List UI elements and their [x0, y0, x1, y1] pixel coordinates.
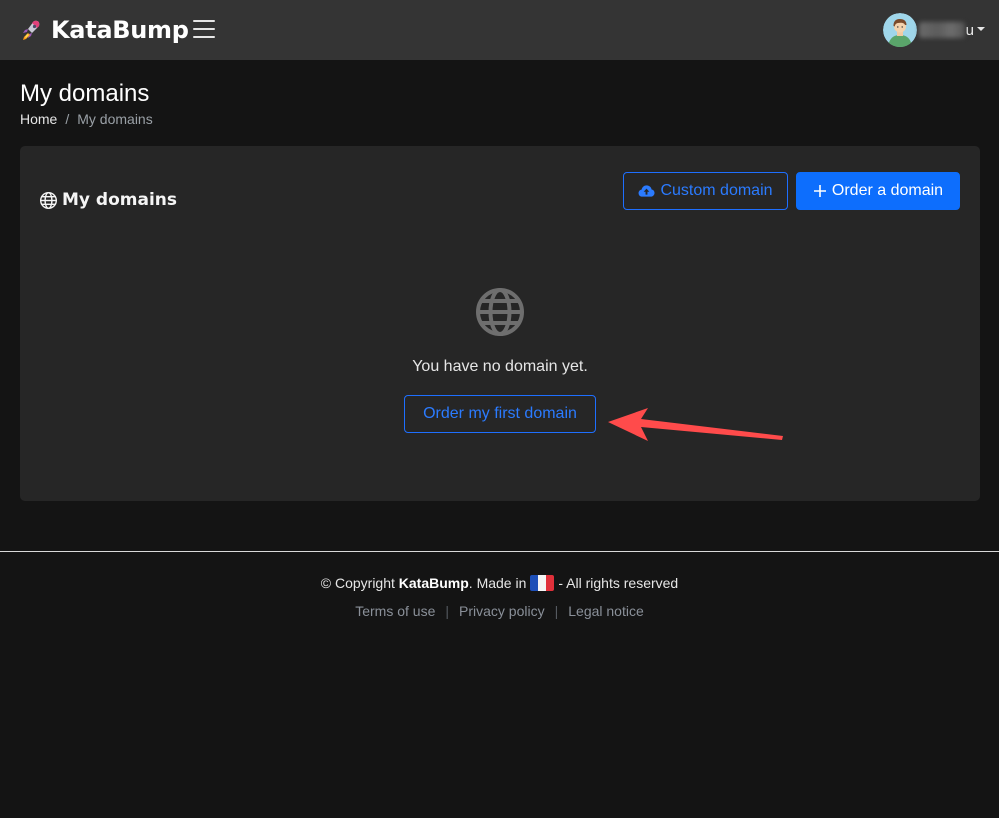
caret-down-icon — [977, 27, 985, 31]
order-first-domain-label: Order my first domain — [423, 405, 577, 422]
order-first-domain-button[interactable]: Order my first domain — [404, 395, 596, 433]
hamburger-icon[interactable] — [192, 17, 218, 41]
username-redacted — [918, 22, 965, 38]
page-title: My domains — [20, 80, 150, 107]
brand-link[interactable]: KataBump — [20, 12, 189, 48]
custom-domain-button[interactable]: Custom domain — [623, 172, 788, 210]
globe-icon — [39, 191, 58, 209]
user-menu-toggle[interactable]: u — [882, 12, 985, 48]
footer-link-separator: | — [554, 603, 559, 619]
copyright-rights: - All rights reserved — [558, 575, 679, 591]
legal-notice-link[interactable]: Legal notice — [568, 603, 644, 619]
order-domain-label: Order a domain — [831, 182, 944, 199]
cloud-upload-icon — [639, 185, 655, 197]
copyright-brand: KataBump — [398, 575, 469, 591]
order-domain-button[interactable]: Order a domain — [796, 172, 960, 210]
domains-card: My domains Custom domain Order a domain … — [20, 146, 980, 501]
globe-icon — [476, 288, 524, 336]
brand-name: KataBump — [51, 16, 189, 44]
empty-state-text: You have no domain yet. — [412, 358, 588, 375]
footer-copyright: © Copyright KataBump . Made in - All rig… — [0, 575, 999, 591]
privacy-policy-link[interactable]: Privacy policy — [459, 603, 545, 619]
breadcrumb-home-link[interactable]: Home — [20, 111, 57, 127]
copyright-made-in: . Made in — [468, 575, 527, 591]
rocket-icon — [23, 20, 40, 40]
annotation-arrow-icon — [608, 408, 783, 441]
card-title: My domains — [39, 190, 177, 210]
plus-icon — [813, 185, 826, 197]
breadcrumb: Home / My domains — [20, 111, 153, 127]
france-flag-icon — [530, 575, 555, 591]
custom-domain-label: Custom domain — [660, 182, 773, 199]
avatar — [882, 13, 917, 47]
username-suffix: u — [965, 21, 974, 39]
breadcrumb-current: My domains — [77, 111, 153, 127]
footer-links: Terms of use | Privacy policy | Legal no… — [0, 603, 999, 619]
copyright-prefix: © Copyright — [320, 575, 399, 591]
footer-divider — [0, 551, 999, 552]
terms-of-use-link[interactable]: Terms of use — [355, 603, 435, 619]
breadcrumb-separator: / — [65, 111, 70, 127]
footer-link-separator: | — [445, 603, 450, 619]
card-title-text: My domains — [62, 190, 177, 210]
top-navbar: KataBump u — [0, 0, 999, 60]
